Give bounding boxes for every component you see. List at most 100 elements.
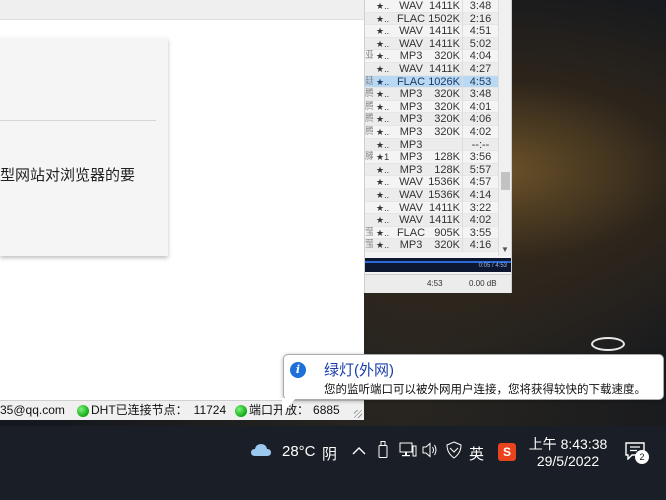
track-bitrate: 1411K	[429, 62, 460, 75]
track-row[interactable]: ★.. WAV 1411K 5:02	[365, 37, 498, 51]
track-format: FLAC	[396, 75, 426, 88]
scroll-down-icon[interactable]: ▼	[501, 245, 509, 254]
track-row[interactable]: ★.. MP3 128K 5:57	[365, 163, 498, 177]
track-format: FLAC	[396, 12, 426, 25]
track-rating: ★..	[376, 164, 390, 175]
footer-duration: 4:53	[427, 279, 443, 288]
track-rating: ★..	[376, 126, 390, 137]
notification-balloon[interactable]: i 绿灯(外网) 您的监听端口可以被外网用户连接，您将获得较快的下载速度。	[283, 354, 664, 400]
track-duration: 4:04	[462, 50, 498, 63]
track-format: MP3	[399, 113, 423, 126]
cloud-icon[interactable]	[250, 443, 272, 457]
track-format: WAV	[399, 25, 423, 38]
network-icon[interactable]	[399, 442, 417, 458]
track-row[interactable]: 腾★.. MP3 320K3:48	[365, 88, 498, 101]
dht-count: 11724	[193, 403, 227, 417]
track-format: MP3	[399, 88, 423, 101]
dht-status[interactable]: DHT已连接节点： 11724	[77, 401, 226, 420]
track-rating: ★..	[376, 26, 390, 37]
track-bitrate: 320K	[434, 88, 460, 101]
track-duration: 3:56	[462, 151, 498, 164]
track-bitrate: 1411K	[429, 201, 460, 214]
track-row[interactable]: 廷★.. FLAC1026K4:53	[365, 75, 498, 89]
track-row[interactable]: ★.. MP3 --:--	[365, 138, 498, 152]
clock-time[interactable]: 上午 8:43:38	[528, 434, 608, 454]
track-rating: ★..	[376, 89, 390, 100]
track-title-fragment: 腾	[365, 113, 373, 126]
track-rating: ★..	[376, 13, 390, 24]
track-rating: ★..	[376, 1, 390, 11]
track-rating: ★..	[376, 114, 390, 125]
track-row[interactable]: ★.. WAV 1411K 4:27	[365, 62, 498, 76]
green-light-icon	[77, 404, 89, 417]
track-bitrate: 320K	[434, 113, 460, 126]
track-format: MP3	[399, 163, 423, 176]
weather-temperature[interactable]: 28°C	[282, 443, 316, 460]
track-format: MP3	[399, 100, 423, 113]
track-row[interactable]: 亚★.. MP3 320K4:04	[365, 50, 498, 63]
track-duration: 3:48	[462, 0, 498, 13]
track-row[interactable]: 滕★1 MP3 128K3:56	[365, 151, 498, 164]
taskbar: 28°C 阴 英 S 上午 8:43:38 29/5/2022 2	[0, 426, 666, 500]
track-row[interactable]: ★.. FLAC 1502K 2:16	[365, 12, 498, 26]
content-card: 型网站对浏览器的要	[0, 38, 168, 256]
action-center-button[interactable]: 2	[624, 440, 649, 464]
track-bitrate: 128K	[434, 163, 460, 176]
usb-icon[interactable]	[378, 441, 388, 459]
track-bitrate: 1411K	[429, 214, 460, 227]
track-title-fragment: 滕	[365, 151, 373, 164]
desktop-disc-icon[interactable]	[591, 337, 625, 351]
track-duration: 2:16	[462, 12, 498, 26]
scrollbar-thumb[interactable]	[501, 172, 510, 190]
track-bitrate: 1411K	[429, 37, 460, 50]
track-format: MP3	[399, 50, 423, 63]
track-row[interactable]: 腾★.. MP3 320K4:01	[365, 100, 498, 114]
input-method-indicator[interactable]: 英	[469, 443, 484, 464]
track-bitrate: 320K	[434, 239, 460, 252]
track-row[interactable]: 莹★.. FLAC 905K3:55	[365, 226, 498, 240]
track-row[interactable]: ★.. WAV 1411K 4:02	[365, 214, 498, 227]
track-bitrate: 1411K	[429, 25, 460, 38]
track-format: MP3	[399, 138, 423, 151]
track-rating: ★..	[376, 51, 390, 62]
track-bitrate: 1536K	[428, 188, 460, 201]
music-player-window: ★.. WAV 1411K 3:48 ★.. FLAC 1502K 2:16 ★.. WAV 141…	[364, 0, 512, 293]
sogou-ime-icon[interactable]: S	[498, 443, 516, 461]
track-bitrate: 1411K	[429, 0, 460, 12]
track-duration: 4:51	[462, 25, 498, 38]
track-bitrate: 320K	[434, 50, 460, 63]
track-row[interactable]: 腾★.. MP3 320K4:06	[365, 113, 498, 126]
shield-icon[interactable]	[446, 441, 462, 459]
track-row[interactable]: ★.. WAV 1411K 4:51	[365, 25, 498, 38]
track-row[interactable]: 莹★.. MP3 320K4:16	[365, 239, 498, 252]
track-rating: ★..	[376, 240, 390, 251]
track-rating: ★..	[376, 101, 390, 112]
volume-icon[interactable]	[422, 442, 438, 458]
weather-condition[interactable]: 阴	[322, 443, 337, 464]
track-list-scrollbar[interactable]: ▼	[498, 0, 511, 256]
chevron-up-icon[interactable]	[352, 446, 366, 456]
track-title-fragment: 莹	[365, 227, 373, 240]
track-row[interactable]: ★.. WAV 1536K 4:57	[365, 176, 498, 189]
track-bitrate: 905K	[434, 226, 460, 239]
track-duration: 4:01	[462, 100, 498, 114]
track-duration: 3:48	[462, 88, 498, 101]
track-duration: 4:06	[462, 113, 498, 126]
track-row[interactable]: 腾★.. MP3 320K4:02	[365, 125, 498, 139]
port-label: 端口开放：	[249, 403, 310, 417]
track-list: ★.. WAV 1411K 3:48 ★.. FLAC 1502K 2:16 ★.. WAV 141…	[365, 0, 498, 252]
track-rating: ★..	[376, 76, 390, 87]
seek-bar[interactable]: 0:05 / 4:53	[365, 258, 511, 272]
track-bitrate: 1026K	[428, 75, 460, 88]
track-row[interactable]: ★.. WAV 1536K 4:14	[365, 188, 498, 202]
balloon-body: 您的监听端口可以被外网用户连接，您将获得较快的下载速度。	[324, 384, 646, 396]
resize-grip[interactable]	[354, 410, 362, 418]
track-duration: 5:57	[462, 163, 498, 177]
info-icon: i	[290, 362, 306, 378]
track-row[interactable]: ★.. WAV 1411K 3:22	[365, 201, 498, 215]
track-title-fragment: 腾	[365, 88, 373, 101]
track-row[interactable]: ★.. WAV 1411K 3:48	[365, 0, 498, 13]
track-rating: ★1	[376, 152, 390, 163]
clock-date[interactable]: 29/5/2022	[528, 453, 608, 469]
track-format: WAV	[399, 0, 423, 12]
